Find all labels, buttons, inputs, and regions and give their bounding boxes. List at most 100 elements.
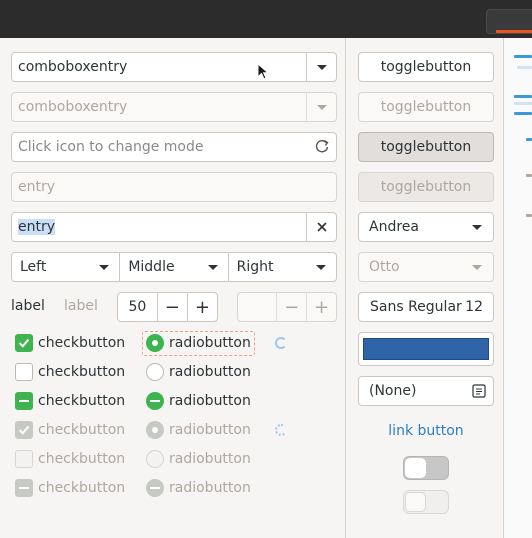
progress-bar xyxy=(514,112,532,115)
checkbutton-unchecked[interactable]: checkbutton xyxy=(15,363,125,381)
scale-mark xyxy=(526,138,532,141)
spin-decrement-button-disabled: − xyxy=(276,293,306,321)
spin-value[interactable]: 50 xyxy=(118,299,157,315)
chevron-down-icon xyxy=(99,264,110,270)
radio-inconsistent-icon xyxy=(146,392,164,410)
checkbutton-inconsistent-disabled: checkbutton xyxy=(15,479,125,497)
chevron-down-icon xyxy=(472,224,482,230)
notebook-tab-indicator xyxy=(514,55,532,58)
checkbox-checked-icon xyxy=(15,421,33,439)
spinner-icon xyxy=(275,337,287,349)
refresh-icon[interactable] xyxy=(308,133,336,161)
link-button[interactable]: link button xyxy=(358,420,494,442)
combobox-dropdown-button[interactable] xyxy=(306,53,336,81)
radiobutton-label: radiobutton xyxy=(169,480,251,496)
checkbutton-label: checkbutton xyxy=(38,335,126,351)
spinner-icon xyxy=(275,424,287,436)
icon-entry[interactable]: Click icon to change mode xyxy=(11,132,337,162)
checkbutton-checked-disabled: checkbutton xyxy=(15,421,125,439)
radio-checked-icon xyxy=(146,421,164,439)
radiobutton-checked[interactable]: radiobutton xyxy=(146,334,251,352)
label: label xyxy=(11,298,45,314)
scale-trough xyxy=(514,102,532,105)
scale-fill xyxy=(514,95,532,98)
plus-icon: + xyxy=(194,296,210,318)
chevron-down-icon xyxy=(315,264,326,270)
chevron-down-icon xyxy=(316,104,327,110)
checkbutton-label: checkbutton xyxy=(38,393,126,409)
file-chooser-button[interactable]: (None) xyxy=(358,376,494,406)
checkbox-unchecked-icon xyxy=(15,363,33,381)
label-disabled: label xyxy=(64,298,98,314)
radiobutton-unchecked-disabled: radiobutton xyxy=(146,450,251,468)
spin-increment-button-disabled: + xyxy=(306,293,336,321)
spin-button[interactable]: 50 − + xyxy=(117,292,218,322)
link-button-label: link button xyxy=(388,423,464,439)
font-button[interactable]: Sans Regular 12 xyxy=(358,292,494,322)
scale-mark xyxy=(526,214,532,217)
combo-right-label: Right xyxy=(236,259,274,275)
radiobutton-inconsistent-disabled: radiobutton xyxy=(146,479,251,497)
minus-icon: − xyxy=(164,296,180,318)
combobox-entry-disabled: comboboxentry xyxy=(11,92,337,122)
font-family-label: Sans Regular xyxy=(370,299,462,315)
radiobutton-unchecked[interactable]: radiobutton xyxy=(146,363,251,381)
radio-unchecked-icon xyxy=(146,450,164,468)
window-titlebar xyxy=(0,0,532,38)
combo-left[interactable]: Left xyxy=(12,253,121,281)
chevron-down-icon xyxy=(207,264,218,270)
minus-icon: − xyxy=(284,296,300,318)
spin-decrement-button[interactable]: − xyxy=(156,293,187,321)
entry-with-clear[interactable]: entry xyxy=(11,212,337,242)
radiobutton-checked-disabled: radiobutton xyxy=(146,421,251,439)
togglebutton-pressed[interactable]: togglebutton xyxy=(358,132,494,162)
scale-mark xyxy=(526,174,532,177)
color-button[interactable] xyxy=(358,332,494,366)
checkbox-inconsistent-icon xyxy=(15,392,33,410)
togglebutton-pressed-disabled: togglebutton xyxy=(358,172,494,202)
scale-trough xyxy=(517,66,532,69)
radiobutton-label: radiobutton xyxy=(169,422,251,438)
icon-entry-placeholder[interactable]: Click icon to change mode xyxy=(18,139,308,155)
switch-knob xyxy=(405,458,426,478)
combo-middle[interactable]: Middle xyxy=(120,253,229,281)
close-icon xyxy=(316,222,327,232)
switch-knob xyxy=(405,492,426,512)
spin-button-disabled: − + xyxy=(237,292,337,322)
checkbox-checked-icon xyxy=(15,334,33,352)
name-combobox-value: Otto xyxy=(369,259,400,275)
checkbutton-label: checkbutton xyxy=(38,422,126,438)
radio-unchecked-icon xyxy=(146,363,164,381)
togglebutton-label: togglebutton xyxy=(380,179,472,195)
name-combobox-disabled: Otto xyxy=(358,252,494,282)
radio-inconsistent-icon xyxy=(146,479,164,497)
entry-disabled-text: entry xyxy=(18,179,56,195)
alignment-combo-group: Left Middle Right xyxy=(11,252,337,282)
togglebutton-label: togglebutton xyxy=(380,99,472,115)
plus-icon: + xyxy=(314,296,330,318)
switch-off[interactable] xyxy=(403,456,449,480)
entry-selected-text[interactable]: entry xyxy=(18,219,56,235)
radiobutton-inconsistent[interactable]: radiobutton xyxy=(146,392,251,410)
combobox-entry-disabled-text: comboboxentry xyxy=(18,99,128,115)
checkbutton-checked[interactable]: checkbutton xyxy=(15,334,125,352)
checkbutton-inconsistent[interactable]: checkbutton xyxy=(15,392,125,410)
spin-increment-button[interactable]: + xyxy=(186,293,217,321)
combo-middle-label: Middle xyxy=(128,259,175,275)
clear-button[interactable] xyxy=(306,213,336,241)
document-open-icon xyxy=(472,384,486,398)
checkbutton-label: checkbutton xyxy=(38,364,126,380)
titlebar-tab-indicator xyxy=(496,30,532,33)
checkbutton-unchecked-disabled: checkbutton xyxy=(15,450,125,468)
togglebutton[interactable]: togglebutton xyxy=(358,52,494,82)
font-size-label: 12 xyxy=(465,299,483,315)
name-combobox[interactable]: Andrea xyxy=(358,212,494,242)
combo-right[interactable]: Right xyxy=(229,253,336,281)
checkbutton-label: checkbutton xyxy=(38,451,126,467)
checkbutton-label: checkbutton xyxy=(38,480,126,496)
mouse-cursor-icon xyxy=(257,63,270,80)
radiobutton-label: radiobutton xyxy=(169,335,251,351)
combobox-entry[interactable]: comboboxentry xyxy=(11,52,337,82)
togglebutton-label: togglebutton xyxy=(380,59,472,75)
togglebutton-disabled: togglebutton xyxy=(358,92,494,122)
